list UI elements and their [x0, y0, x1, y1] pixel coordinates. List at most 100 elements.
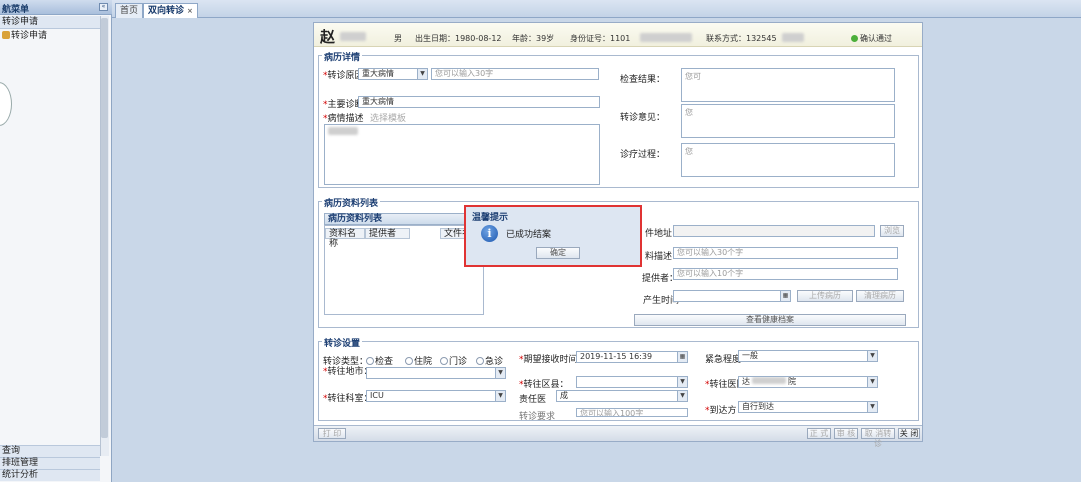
- extra-label: 转诊要求: [519, 412, 556, 422]
- arrival-select[interactable]: 自行到达 ▼: [738, 401, 878, 413]
- browse-button[interactable]: 浏览: [880, 225, 904, 237]
- dept-select[interactable]: ICU ▼: [366, 390, 506, 402]
- radio-icon: [405, 357, 413, 365]
- provider-input[interactable]: 您可以输入10个字: [673, 268, 898, 280]
- calendar-icon: ▦: [780, 291, 790, 301]
- diagnosis-input[interactable]: 重大病情: [358, 96, 600, 108]
- clear-record-button[interactable]: 清理病历: [856, 290, 904, 302]
- doctor-value: 成: [560, 391, 568, 400]
- sidebar-item-statistics[interactable]: 统计分析: [0, 469, 100, 481]
- sidebar-section-transfer[interactable]: 转诊申请: [0, 16, 100, 29]
- dialog-title: 温馨提示: [472, 213, 509, 223]
- sidebar-item-schedule[interactable]: 排班管理: [0, 457, 100, 469]
- hospital-value: 达: [742, 377, 750, 386]
- upload-record-button[interactable]: 上传病历: [797, 290, 853, 302]
- exam-textarea[interactable]: 您可: [681, 68, 895, 102]
- expect-time-input[interactable]: 2019-11-15 16:39 ▦: [576, 351, 688, 363]
- chevron-down-icon: ▼: [495, 391, 505, 401]
- district-label: *转往区县：: [519, 380, 569, 390]
- chevron-down-icon: ▼: [677, 377, 687, 387]
- exam-value: 您可: [685, 72, 701, 81]
- reason-input[interactable]: 您可以输入30字: [431, 68, 599, 80]
- urgency-select[interactable]: 一般 ▼: [738, 350, 878, 362]
- exam-label: 检查结果：: [620, 75, 666, 85]
- type-radio-emergency[interactable]: 急诊: [476, 354, 503, 367]
- chevron-down-icon: ▼: [677, 391, 687, 401]
- phone-label: 联系方式：: [706, 34, 746, 43]
- tab-referral[interactable]: 双向转诊 ×: [143, 3, 198, 18]
- template-link[interactable]: 选择模板: [370, 111, 406, 124]
- materials-title: 病历资料列表: [322, 196, 381, 209]
- age-label: 年龄：: [512, 34, 536, 43]
- column-header[interactable]: 资料名称: [325, 228, 365, 249]
- sidebar-item-transfer-apply[interactable]: 转诊申请: [0, 30, 100, 42]
- type-radio-exam[interactable]: 检查: [366, 354, 393, 367]
- urgency-value: 一般: [742, 351, 758, 360]
- chevron-down-icon: ▼: [417, 69, 427, 79]
- health-record-button[interactable]: 查看健康档案: [634, 314, 906, 326]
- opinion-label: 转诊意见：: [620, 113, 666, 123]
- process-textarea[interactable]: 您: [681, 143, 895, 177]
- status-check-icon: [851, 35, 858, 42]
- tab-label: 首页: [120, 6, 139, 16]
- reason-select[interactable]: 重大病情 ▼: [358, 68, 428, 80]
- tab-bar: [112, 0, 1081, 18]
- formal-button[interactable]: 正 式: [807, 428, 831, 439]
- chevron-down-icon: ▼: [867, 351, 877, 361]
- type-radio-inpatient[interactable]: 住院: [405, 354, 432, 367]
- history-textarea[interactable]: [324, 124, 600, 185]
- arrival-value: 自行到达: [742, 402, 774, 411]
- cancel-referral-button[interactable]: 取 消转诊: [861, 428, 895, 448]
- record-title: 病历详情: [322, 50, 363, 63]
- blurred-text: [640, 33, 692, 42]
- birth-label: 出生日期：: [415, 34, 455, 43]
- sidebar-item-label: 转诊申请: [11, 31, 48, 41]
- expect-time-value: 2019-11-15 16:39: [580, 352, 653, 361]
- opinion-textarea[interactable]: 您: [681, 104, 895, 138]
- ok-button[interactable]: 确定: [536, 247, 580, 259]
- calendar-icon: ▦: [677, 352, 687, 362]
- patient-name: 赵: [320, 28, 336, 46]
- arrival-label: *到达方: [705, 406, 737, 416]
- column-header[interactable]: 提供者: [365, 228, 410, 239]
- sidebar-section-label: 转诊申请: [2, 17, 39, 27]
- district-select[interactable]: ▼: [576, 376, 688, 388]
- tab-label: 双向转诊: [148, 6, 185, 16]
- review-button[interactable]: 审 核: [834, 428, 858, 439]
- radio-icon: [366, 357, 374, 365]
- city-select[interactable]: ▼: [366, 367, 506, 379]
- print-button[interactable]: 打 印: [318, 428, 346, 439]
- radio-icon: [440, 357, 448, 365]
- time-input[interactable]: ▦: [673, 290, 791, 302]
- history-label: *病情描述: [323, 114, 364, 124]
- process-value: 您: [685, 147, 693, 156]
- close-button[interactable]: 关 闭: [898, 428, 920, 439]
- hospital-suffix: 院: [788, 377, 796, 386]
- tab-home[interactable]: 首页: [115, 3, 144, 18]
- blurred-text: [752, 377, 786, 384]
- phone-value: 132545: [746, 34, 777, 43]
- message-dialog: 温馨提示 i 已成功结案 确定: [464, 205, 642, 267]
- user-icon: [2, 31, 10, 39]
- type-radio-outpatient[interactable]: 门诊: [440, 354, 467, 367]
- desc-input[interactable]: 您可以输入30个字: [673, 247, 898, 259]
- chevron-down-icon: ▼: [867, 402, 877, 412]
- doctor-select[interactable]: 成 ▼: [556, 390, 688, 402]
- close-icon[interactable]: ×: [187, 7, 193, 15]
- blurred-text: [340, 32, 366, 41]
- sidebar-item-label: 统计分析: [2, 470, 39, 480]
- sidebar-item-query[interactable]: 查询: [0, 445, 100, 457]
- materials-grid-header: 病历资料列表: [324, 213, 484, 225]
- age-value: 39岁: [536, 34, 555, 43]
- process-label: 诊疗过程：: [620, 150, 666, 160]
- extra-input[interactable]: 您可以输入100字: [576, 408, 688, 417]
- sidebar-title: 航菜单: [2, 5, 30, 15]
- hospital-select[interactable]: 达 院 ▼: [738, 376, 878, 388]
- chevron-down-icon: ▼: [867, 377, 877, 387]
- info-icon: i: [481, 225, 498, 242]
- patient-info-bar: 赵 男 出生日期：1980-08-12 年龄：39岁 身份证号：1101 联系方…: [314, 23, 922, 47]
- sidebar-scroll-thumb[interactable]: [101, 18, 108, 438]
- file-addr-input[interactable]: [673, 225, 875, 237]
- collapse-icon[interactable]: «: [99, 3, 108, 11]
- type-label: 转诊类型：: [323, 357, 369, 367]
